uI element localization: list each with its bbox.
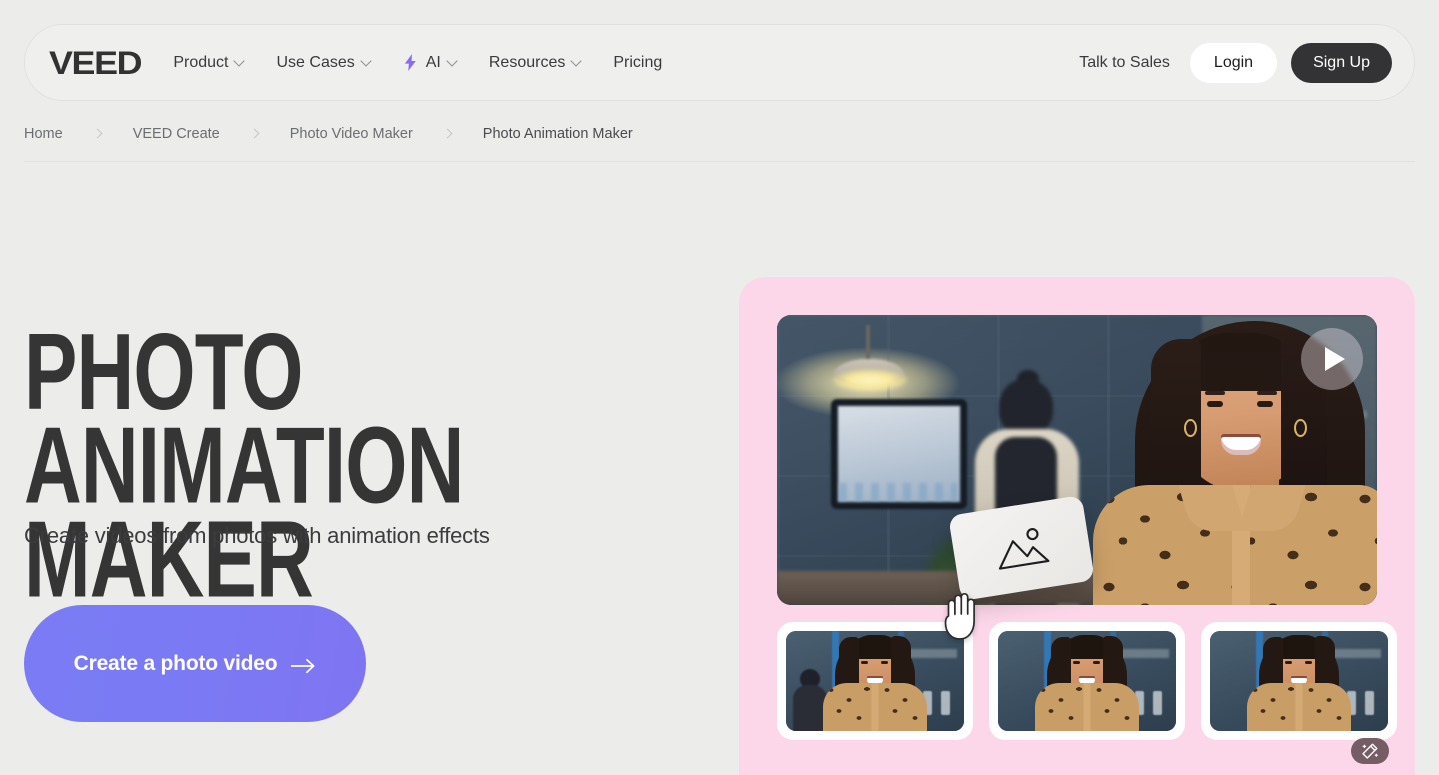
chevron-right-icon [94, 130, 102, 138]
thumbnail-row [777, 622, 1397, 740]
chevron-right-icon [251, 130, 259, 138]
create-photo-video-label: Create a photo video [73, 651, 278, 675]
breadcrumb-item-veed-create[interactable]: VEED Create [133, 126, 220, 142]
magic-wand-icon [1361, 742, 1379, 760]
login-button[interactable]: Login [1189, 42, 1278, 83]
nav-item-resources-label: Resources [488, 53, 566, 71]
ai-magic-badge-button[interactable] [1351, 738, 1389, 764]
nav-item-use-cases[interactable]: Use Cases [276, 54, 372, 72]
main-navigation: Product Use Cases AI Resources Pricing [173, 54, 662, 72]
lightning-bolt-icon [403, 54, 418, 71]
image-placeholder-icon [991, 523, 1053, 573]
play-button[interactable] [1301, 328, 1363, 390]
page-root: VEED Product Use Cases AI Resources Pric… [0, 0, 1439, 775]
nav-item-resources[interactable]: Resources [489, 54, 583, 72]
breadcrumb-item-photo-animation-maker: Photo Animation Maker [482, 126, 633, 142]
arrow-right-icon [290, 656, 316, 673]
hero-left-column: PHOTO ANIMATION MAKER Create videos from… [24, 317, 664, 722]
thumbnail-2[interactable] [989, 622, 1185, 740]
nav-item-product[interactable]: Product [173, 54, 246, 72]
chevron-down-icon [235, 56, 246, 67]
breadcrumb: Home VEED Create Photo Video Maker Photo… [24, 126, 633, 142]
hero-media-panel [739, 277, 1415, 775]
chevron-down-icon [362, 56, 373, 67]
breadcrumb-divider [24, 161, 1415, 162]
chevron-right-icon [444, 130, 452, 138]
nav-item-pricing[interactable]: Pricing [613, 54, 662, 72]
chevron-down-icon [448, 56, 459, 67]
create-photo-video-button[interactable]: Create a photo video [24, 605, 366, 722]
page-title: PHOTO ANIMATION MAKER [24, 310, 464, 620]
signup-button[interactable]: Sign Up [1291, 42, 1392, 83]
talk-to-sales-link[interactable]: Talk to Sales [1079, 54, 1170, 72]
chevron-down-icon [572, 56, 583, 67]
breadcrumb-item-home[interactable]: Home [24, 126, 63, 142]
hero-subheadline: Create videos from photos with animation… [24, 523, 490, 548]
site-header: VEED Product Use Cases AI Resources Pric… [24, 24, 1415, 101]
thumbnail-3[interactable] [1201, 622, 1397, 740]
nav-item-ai[interactable]: AI [403, 54, 459, 72]
nav-item-pricing-label: Pricing [613, 53, 663, 71]
nav-item-product-label: Product [173, 53, 229, 71]
header-actions: Talk to Sales Login Sign Up [1079, 42, 1392, 83]
nav-item-ai-label: AI [425, 53, 441, 71]
breadcrumb-item-photo-video-maker[interactable]: Photo Video Maker [290, 126, 413, 142]
veed-logo[interactable]: VEED [49, 47, 143, 79]
grab-hand-cursor-icon [941, 589, 983, 641]
nav-item-use-cases-label: Use Cases [276, 53, 355, 71]
play-triangle-icon [1325, 347, 1345, 371]
